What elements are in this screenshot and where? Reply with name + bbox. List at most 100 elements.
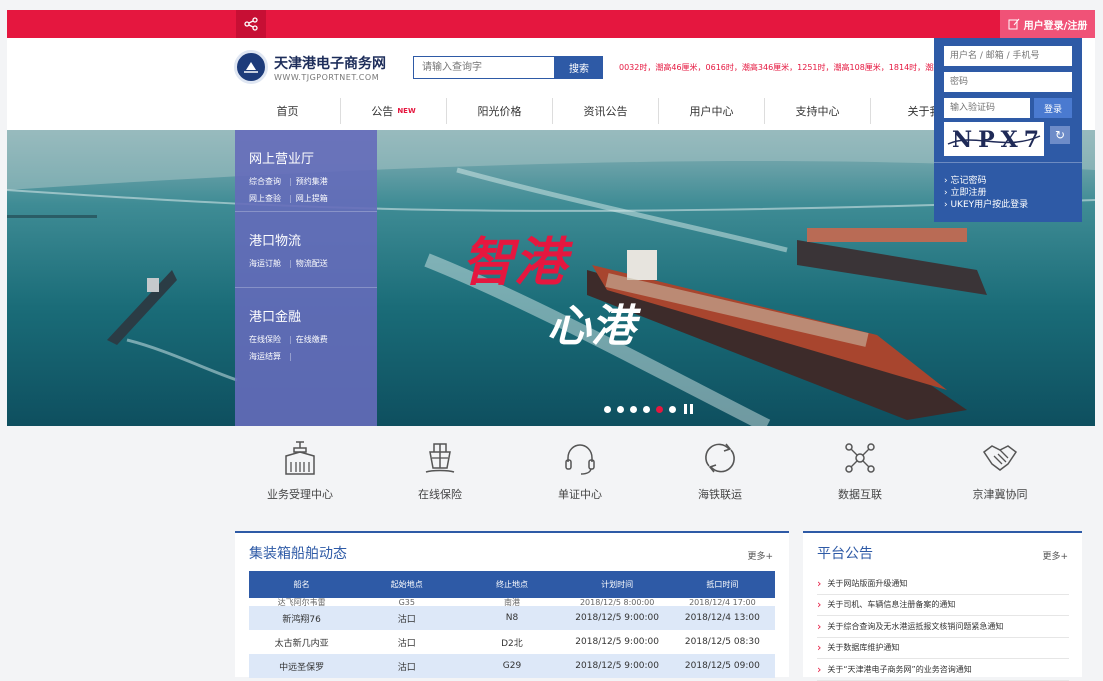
platform-notices-panel: 平台公告 更多+ 关于网站版面升级通知 关于司机、车辆信息注册备案的通知 关于综… xyxy=(803,531,1082,681)
vessel-dynamics-panel: 集装箱船舶动态 更多+ 船名 起始地点 终止地点 计划时间 抵口时间 达飞阿尔韦… xyxy=(235,531,789,678)
menu-link[interactable]: 海运结算 xyxy=(249,352,281,361)
carousel-indicators xyxy=(604,404,693,414)
services-row: 业务受理中心 在线保险 单证中心 海铁联运 数据互联 京津冀协同 xyxy=(230,438,1070,508)
vessel-panel-title: 集装箱船舶动态 xyxy=(249,546,347,562)
service-label: 京津冀协同 xyxy=(972,488,1028,501)
notice-item[interactable]: 关于网站版面升级通知 xyxy=(817,573,1069,595)
menu-section-title: 港口金融 xyxy=(249,310,302,325)
main-nav: 首页 公告NEW 阳光价格 资讯公告 用户中心 支持中心 关于我 xyxy=(235,98,937,124)
login-panel: 登录 NPX7 ↻ › 忘记密码 › 立即注册 › UKEY用户按此登录 xyxy=(934,38,1082,222)
table-row[interactable]: 中远圣保罗 沽口 G29 2018/12/5 9:00:00 2018/12/5… xyxy=(249,654,775,678)
table-row[interactable]: 太古新几内亚 沽口 D2北 2018/12/5 9:00:00 2018/12/… xyxy=(249,630,775,654)
column-header: 船名 xyxy=(249,571,355,598)
login-register-label: 用户登录/注册 xyxy=(1023,20,1088,32)
table-row[interactable]: 新鸿翔76 沽口 N8 2018/12/5 9:00:00 2018/12/4 … xyxy=(249,606,775,630)
pause-icon[interactable] xyxy=(684,404,693,414)
carousel-dot[interactable] xyxy=(630,405,637,413)
logo-emblem xyxy=(234,50,268,84)
login-register-button[interactable]: 用户登录/注册 xyxy=(1000,10,1095,38)
refresh-captcha-icon[interactable]: ↻ xyxy=(1050,126,1070,144)
share-button[interactable] xyxy=(236,10,266,38)
service-online-insurance[interactable]: 在线保险 xyxy=(370,438,510,508)
menu-link[interactable]: 在线缴费 xyxy=(296,335,328,344)
carousel-dot[interactable] xyxy=(617,405,624,413)
service-label: 海铁联运 xyxy=(698,488,742,501)
nav-item-about[interactable]: 关于我 xyxy=(871,98,938,124)
nav-item-user[interactable]: 用户中心 xyxy=(659,98,765,124)
new-badge: NEW xyxy=(397,107,416,115)
menu-section-finance: 港口金融 在线保险 | 在线缴费 海运结算 | xyxy=(235,288,377,370)
tide-ticker: 0032时，潮高46厘米，0616时，潮高346厘米，1251时，潮高108厘米… xyxy=(619,63,942,72)
menu-section-online-hall: 网上营业厅 综合查询 | 预约集港 网上查验 | 网上提箱 xyxy=(235,130,377,212)
handshake-icon xyxy=(982,445,1018,471)
headset-icon xyxy=(565,444,595,475)
menu-section-title: 港口物流 xyxy=(249,234,302,249)
ship-icon xyxy=(425,443,455,473)
menu-link[interactable]: 综合查询 xyxy=(249,177,281,186)
ukey-login-link[interactable]: › UKEY用户按此登录 xyxy=(944,199,1072,211)
table-header-row: 船名 起始地点 终止地点 计划时间 抵口时间 xyxy=(249,571,775,598)
column-header: 抵口时间 xyxy=(669,571,775,598)
table-row[interactable]: 达飞阿尔韦雷 G35 南港 2018/12/5 8:00:00 2018/12/… xyxy=(249,598,775,607)
username-field[interactable] xyxy=(944,46,1072,66)
notice-item[interactable]: 关于“天津港电子商务网”的业务咨询通知 xyxy=(817,659,1069,681)
service-business-center[interactable]: 业务受理中心 xyxy=(230,438,370,508)
carousel-dot[interactable] xyxy=(643,405,650,413)
site-logo[interactable]: 天津港电子商务网 WWW.TJGPORTNET.COM xyxy=(234,50,386,84)
hero-banner[interactable]: 智港 心港 xyxy=(7,130,1095,426)
network-icon xyxy=(845,443,875,473)
menu-link[interactable]: 海运订舱 xyxy=(249,259,281,268)
captcha-field[interactable] xyxy=(944,98,1030,118)
forgot-password-link[interactable]: › 忘记密码 xyxy=(944,175,1072,187)
notice-item[interactable]: 关于数据库维护通知 xyxy=(817,638,1069,659)
notice-item[interactable]: 关于综合查询及无水港运抵报文核销问题紧急通知 xyxy=(817,616,1069,638)
warehouse-icon xyxy=(285,441,315,475)
edit-icon xyxy=(1008,18,1020,30)
notices-more-link[interactable]: 更多+ xyxy=(1042,549,1068,562)
menu-link[interactable]: 物流配送 xyxy=(296,259,328,268)
login-links: › 忘记密码 › 立即注册 › UKEY用户按此登录 xyxy=(934,162,1082,211)
carousel-dot[interactable] xyxy=(604,405,611,413)
banner-slogan-2: 心港 xyxy=(547,301,635,352)
captcha-image[interactable]: NPX7 xyxy=(944,122,1044,156)
logo-title: 天津港电子商务网 xyxy=(274,55,386,72)
top-bar: 用户登录/注册 xyxy=(7,10,1095,38)
share-icon xyxy=(244,17,258,31)
service-label: 单证中心 xyxy=(558,488,602,501)
column-header: 终止地点 xyxy=(459,571,565,598)
notice-list: 关于网站版面升级通知 关于司机、车辆信息注册备案的通知 关于综合查询及无水港运抵… xyxy=(817,573,1069,681)
vessel-table: 船名 起始地点 终止地点 计划时间 抵口时间 达飞阿尔韦雷 G35 南港 201… xyxy=(249,571,775,678)
carousel-dot[interactable] xyxy=(669,405,676,413)
menu-link[interactable]: 在线保险 xyxy=(249,335,281,344)
service-label: 数据互联 xyxy=(838,488,882,501)
service-label: 业务受理中心 xyxy=(267,488,333,501)
carousel-dot-active[interactable] xyxy=(656,405,663,413)
register-link[interactable]: › 立即注册 xyxy=(944,187,1072,199)
column-header: 起始地点 xyxy=(354,571,460,598)
login-submit-button[interactable]: 登录 xyxy=(1034,98,1072,118)
password-field[interactable] xyxy=(944,72,1072,92)
nav-item-news[interactable]: 资讯公告 xyxy=(553,98,659,124)
left-service-menu: 网上营业厅 综合查询 | 预约集港 网上查验 | 网上提箱 港口物流 海运订舱 | 物流配送… xyxy=(235,130,377,426)
service-sea-rail[interactable]: 海铁联运 xyxy=(650,438,790,508)
menu-section-logistics: 港口物流 海运订舱 | 物流配送 xyxy=(235,212,377,288)
banner-slogan: 智港 xyxy=(462,232,567,293)
logo-url: WWW.TJGPORTNET.COM xyxy=(274,72,380,82)
service-jingjinji[interactable]: 京津冀协同 xyxy=(930,438,1070,508)
service-label: 在线保险 xyxy=(418,488,462,501)
search-input[interactable] xyxy=(413,56,555,79)
nav-item-home[interactable]: 首页 xyxy=(235,98,341,124)
service-data-link[interactable]: 数据互联 xyxy=(790,438,930,508)
menu-link[interactable]: 预约集港 xyxy=(296,177,328,186)
nav-item-price[interactable]: 阳光价格 xyxy=(447,98,553,124)
search-button[interactable]: 搜索 xyxy=(555,56,603,79)
service-document-center[interactable]: 单证中心 xyxy=(510,438,650,508)
nav-item-support[interactable]: 支持中心 xyxy=(765,98,871,124)
menu-section-title: 网上营业厅 xyxy=(249,152,315,167)
menu-link[interactable]: 网上提箱 xyxy=(296,194,328,203)
notice-item[interactable]: 关于司机、车辆信息注册备案的通知 xyxy=(817,595,1069,616)
menu-link[interactable]: 网上查验 xyxy=(249,194,281,203)
vessel-more-link[interactable]: 更多+ xyxy=(747,549,773,562)
column-header: 计划时间 xyxy=(564,571,670,598)
nav-item-notice[interactable]: 公告 NEW xyxy=(341,98,447,124)
